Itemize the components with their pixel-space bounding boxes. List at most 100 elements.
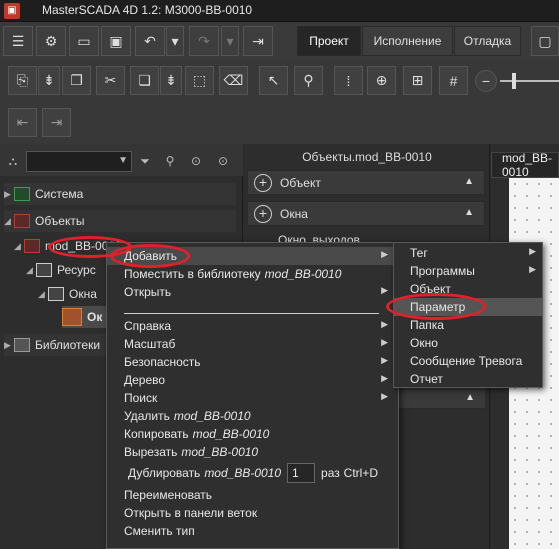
edit-toolbar: ⎘ ⇟ ❐ ✂ ❏ ⇟ ⬚ ⌫ ↖ ⚲ ⁞ ⊕ ⊞ # − [0,60,559,104]
submenu-arrow-icon: ▶ [381,337,388,347]
submenu-item-tag[interactable]: Тег ▶ [394,244,542,262]
settings-icon[interactable]: ☰ [3,26,33,56]
submenu-arrow-icon: ▶ [381,373,388,383]
undo-icon[interactable]: ↶ [135,26,165,56]
submenu-arrow-icon: ▶ [529,246,536,256]
copy-icon[interactable]: ❐ [62,66,91,95]
collapse-icon[interactable]: ▲ [465,392,475,403]
select-icon[interactable]: ⬚ [185,66,214,95]
tree-item-objects[interactable]: ◢ Объекты [4,210,236,232]
align-left-icon[interactable]: ⇤ [8,108,37,137]
menu-separator [124,313,379,314]
align-right-icon[interactable]: ⇥ [42,108,71,137]
folder-icon [36,263,52,277]
title-bar: ▣ MasterSCADA 4D 1.2: M3000-BB-0010 [0,0,559,22]
window-icon [62,308,82,326]
window-title: MasterSCADA 4D 1.2: M3000-BB-0010 [42,3,253,17]
menu-item-help[interactable]: Справка ▶ [107,317,398,335]
submenu-item-object[interactable]: Объект [394,280,542,298]
tab-execution[interactable]: Исполнение [362,26,453,56]
chevron-right-icon[interactable]: ▶ [4,189,14,200]
tab-editor[interactable]: mod_BB-0010 [491,151,559,179]
paste-icon[interactable]: ⎘ [8,66,37,95]
tab-project[interactable]: Проект [297,26,361,56]
tree-filter-combo[interactable]: ▼ [26,151,132,172]
menu-item-change-type[interactable]: Сменить тип [107,522,398,540]
align-toolbar: ⇤ ⇥ [0,104,559,144]
grid-icon[interactable]: ⁞ [334,66,363,95]
cut-icon[interactable]: ✂ [96,66,125,95]
menu-item-add[interactable]: Добавить ▶ [107,247,398,265]
system-icon [14,187,30,201]
new-project-icon[interactable]: ⚙ [36,26,66,56]
chevron-down-icon[interactable]: ◢ [14,241,24,252]
menu-item-copy[interactable]: Копировать mod_BB-0010 [107,425,398,443]
section-footer[interactable]: ▲ [398,387,486,409]
chevron-right-icon[interactable]: ▶ [4,340,14,351]
delete-icon[interactable]: ⌫ [219,66,248,95]
menu-item-delete[interactable]: Удалить mod_BB-0010 [107,407,398,425]
export-icon[interactable]: ⇥ [243,26,273,56]
tab-debug[interactable]: Отладка [454,26,521,56]
duplicate-count-input[interactable]: 1 [287,463,316,483]
filter-icon[interactable]: ⏷ [135,151,155,171]
menu-item-tree[interactable]: Дерево ▶ [107,371,398,389]
menu-item-open-in-branch-panel[interactable]: Открыть в панели веток [107,504,398,522]
menu-item-scale[interactable]: Масштаб ▶ [107,335,398,353]
chevron-down-icon[interactable]: ◢ [4,216,14,227]
move-down-icon[interactable]: ⇟ [38,66,60,95]
chevron-down-icon: ▼ [118,155,128,166]
duplicate-icon[interactable]: ❏ [130,66,159,95]
menu-item-rename[interactable]: Переименовать [107,486,398,504]
submenu-item-programs[interactable]: Программы ▶ [394,262,542,280]
snap-grid-icon[interactable]: ⊞ [403,66,432,95]
plus-icon[interactable]: + [254,173,272,192]
redo-icon[interactable]: ↷ [189,26,219,56]
submenu-item-report[interactable]: Отчет [394,370,542,388]
move-icon[interactable]: ⇟ [160,66,182,95]
hierarchy-icon[interactable]: ⛬ [3,151,23,171]
zoom-slider[interactable] [500,80,559,82]
zoom-slider-handle[interactable] [512,73,516,89]
submenu-arrow-icon: ▶ [381,285,388,295]
menu-item-place-in-library[interactable]: Поместить в библиотеку mod_BB-0010 [107,265,398,283]
menu-item-cut[interactable]: Вырезать mod_BB-0010 [107,443,398,461]
submenu-item-folder[interactable]: Папка [394,316,542,334]
align-grid-icon[interactable]: # [439,66,468,95]
undo-dropdown-icon[interactable]: ▾ [166,26,184,56]
menu-item-open[interactable]: Открыть ▶ [107,283,398,301]
collapse-icon[interactable]: ▲ [464,176,474,187]
search-icon[interactable]: ⚲ [160,151,180,171]
submenu-item-alarm-message[interactable]: Сообщение Тревога [394,352,542,370]
save-icon[interactable]: ▣ [101,26,131,56]
open-folder-icon[interactable]: ▭ [69,26,99,56]
collapse-icon[interactable]: ▲ [464,207,474,218]
library-icon [14,338,30,352]
add-submenu: Тег ▶ Программы ▶ Объект Параметр Папка … [393,242,543,388]
zoom-icon[interactable]: ⚲ [294,66,323,95]
zoom-out-icon[interactable]: − [475,70,497,92]
search-down-icon[interactable]: ⊙ [213,151,233,171]
submenu-arrow-icon: ▶ [381,355,388,365]
submenu-item-window[interactable]: Окно [394,334,542,352]
menu-item-security[interactable]: Безопасность ▶ [107,353,398,371]
snap-point-icon[interactable]: ⊕ [367,66,396,95]
chevron-down-icon[interactable]: ◢ [38,289,48,300]
plus-icon[interactable]: + [254,204,272,223]
folder-icon [48,287,64,301]
submenu-arrow-icon: ▶ [381,391,388,401]
extra-icon[interactable]: ▢ [531,26,559,56]
duplicate-shortcut: Ctrl+D [343,466,378,480]
search-up-icon[interactable]: ⊙ [186,151,206,171]
chevron-down-icon[interactable]: ◢ [26,265,36,276]
object-icon [24,239,40,253]
pointer-icon[interactable]: ↖ [259,66,288,95]
section-object[interactable]: + Объект ▲ [247,170,485,195]
menu-item-duplicate[interactable]: Дублировать mod_BB-0010 1 раз Ctrl+D [107,461,398,485]
section-windows[interactable]: + Окна ▲ [247,201,485,226]
tree-item-system[interactable]: ▶ Система [4,183,236,205]
redo-dropdown-icon[interactable]: ▾ [221,26,239,56]
object-panel-header: Объекты.mod_BB-0010 [302,150,432,164]
menu-item-search[interactable]: Поиск ▶ [107,389,398,407]
submenu-item-parameter[interactable]: Параметр [394,298,542,316]
